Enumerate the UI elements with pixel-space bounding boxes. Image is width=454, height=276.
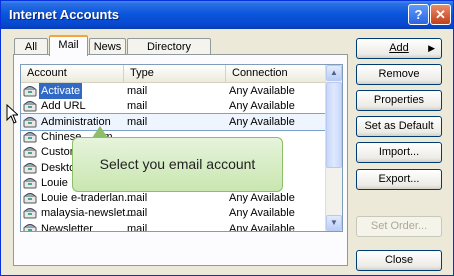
mail-account-icon — [23, 208, 37, 219]
mail-account-icon — [23, 193, 37, 204]
vertical-scrollbar[interactable]: ▲ ▼ — [325, 65, 342, 231]
account-type: mail — [127, 115, 148, 128]
account-name: Louie — [41, 176, 68, 189]
title-bar[interactable]: Internet Accounts ? ✕ — [1, 1, 453, 29]
account-row[interactable]: malaysia-newslet... mail Any Available — [21, 205, 327, 221]
account-name: Louie e-traderlan... — [41, 192, 134, 205]
account-name: malaysia-newslet... — [41, 207, 135, 220]
account-name: Activate — [39, 83, 83, 99]
column-header-connection[interactable]: Connection — [226, 65, 327, 82]
account-connection: Any Available — [229, 115, 295, 128]
account-type: mail — [127, 85, 148, 97]
account-connection: Any Available — [229, 100, 295, 113]
add-button[interactable]: Add ▶ — [356, 38, 442, 59]
column-header-account[interactable]: Account — [21, 65, 124, 82]
account-row[interactable]: Administration mail Any Available — [21, 112, 328, 131]
mail-account-icon — [23, 162, 37, 173]
account-row[interactable]: Newsletter mail Any Available — [21, 221, 327, 232]
mouse-cursor-icon — [6, 104, 18, 124]
mail-account-icon — [23, 116, 37, 128]
list-header: Account Type Connection — [21, 65, 327, 83]
scroll-down-icon[interactable]: ▼ — [326, 215, 342, 231]
account-row[interactable]: Louie e-traderlan... mail Any Available — [21, 190, 327, 206]
window-title: Internet Accounts — [9, 7, 120, 22]
account-row[interactable]: Activate mail Any Available — [21, 83, 327, 99]
properties-button[interactable]: Properties — [356, 90, 442, 111]
tab-mail[interactable]: Mail — [49, 35, 88, 56]
scroll-up-icon[interactable]: ▲ — [326, 65, 342, 81]
account-connection: Any Available — [229, 85, 295, 97]
mail-account-icon — [23, 131, 37, 143]
instruction-tooltip: Select you email account — [72, 137, 283, 192]
import-button[interactable]: Import... — [356, 142, 442, 163]
account-connection: Any Available — [229, 192, 295, 205]
scroll-thumb[interactable] — [326, 82, 342, 168]
set-order-button: Set Order... — [356, 216, 442, 237]
account-type: mail — [127, 207, 148, 220]
set-as-default-button[interactable]: Set as Default — [356, 116, 442, 137]
mail-account-icon — [23, 101, 37, 112]
mail-account-icon — [23, 86, 37, 97]
add-button-label: Add — [389, 42, 409, 54]
remove-button[interactable]: Remove — [356, 64, 442, 85]
account-name: Newsletter — [41, 222, 93, 232]
mail-account-icon — [23, 177, 37, 189]
help-button[interactable]: ? — [408, 4, 429, 25]
account-connection: Any Available — [229, 222, 295, 232]
mail-account-icon — [23, 147, 37, 158]
mail-account-icon — [23, 223, 37, 231]
account-connection: Any Available — [229, 207, 295, 220]
close-button[interactable]: Close — [356, 250, 442, 271]
window-close-button[interactable]: ✕ — [430, 4, 451, 25]
column-header-type[interactable]: Type — [124, 65, 226, 82]
add-menu-arrow-icon: ▶ — [428, 43, 435, 53]
account-type: mail — [127, 100, 148, 113]
account-row[interactable]: Add URL mail Any Available — [21, 98, 327, 114]
export-button[interactable]: Export... — [356, 169, 442, 190]
account-name: Add URL — [41, 100, 86, 113]
account-type: mail — [127, 222, 148, 232]
account-type: mail — [127, 192, 148, 205]
